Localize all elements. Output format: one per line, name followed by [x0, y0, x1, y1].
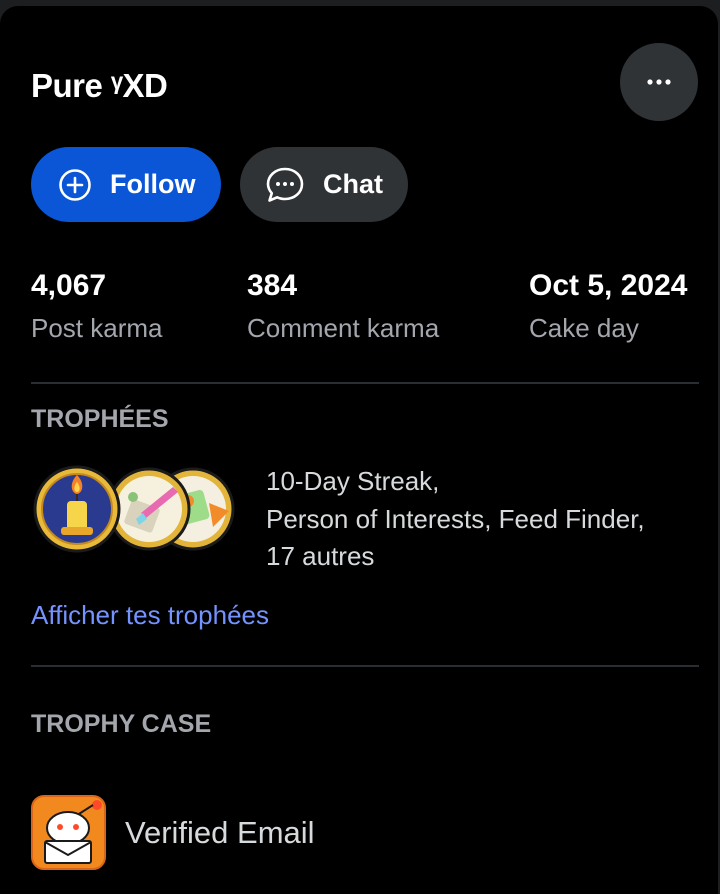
- candle-trophy-icon: [33, 465, 121, 553]
- chat-bubble-icon: [265, 166, 305, 204]
- stat-value: 4,067: [31, 269, 107, 302]
- verified-email-trophy-icon: [31, 795, 106, 870]
- trophy-icons-stack[interactable]: [33, 463, 238, 555]
- trophies-summary: 10-Day Streak, Person of Interests, Feed…: [266, 463, 645, 576]
- follow-button[interactable]: Follow: [31, 147, 221, 222]
- trophies-summary-line: 17 autres: [266, 541, 375, 571]
- more-options-button[interactable]: [620, 43, 698, 121]
- plus-circle-icon: [58, 168, 92, 202]
- stat-value: 384: [247, 269, 298, 302]
- stat-label: Post karma: [31, 313, 163, 343]
- trophies-section-title: TROPHÉES: [31, 405, 169, 433]
- divider: [31, 665, 699, 667]
- chat-button[interactable]: Chat: [240, 147, 408, 222]
- stat-cake-day: Oct 5, 2024 Cake day: [529, 268, 687, 345]
- ellipsis-horizontal-icon: [647, 79, 671, 85]
- paintbrush-trophy-icon: [107, 467, 191, 551]
- chat-button-label: Chat: [323, 169, 383, 199]
- trophy-case-item-label: Verified Email: [125, 815, 315, 850]
- stat-post-karma: 4,067 Post karma: [31, 268, 163, 345]
- follow-button-label: Follow: [110, 169, 196, 199]
- stat-label: Cake day: [529, 313, 639, 343]
- show-trophies-link[interactable]: Afficher tes trophées: [31, 598, 269, 632]
- profile-card: Pure ᵞXD Follow Chat 4,067 Post karma 38…: [0, 6, 718, 894]
- trophies-summary-line: 10-Day Streak,: [266, 466, 440, 496]
- stat-comment-karma: 384 Comment karma: [247, 268, 439, 345]
- stat-value: Oct 5, 2024: [529, 269, 688, 302]
- trophies-summary-line: Person of Interests, Feed Finder,: [266, 503, 645, 534]
- trophy-case-section-title: TROPHY CASE: [31, 710, 212, 738]
- divider: [31, 382, 699, 384]
- profile-username: Pure ᵞXD: [31, 67, 168, 104]
- stat-label: Comment karma: [247, 313, 440, 343]
